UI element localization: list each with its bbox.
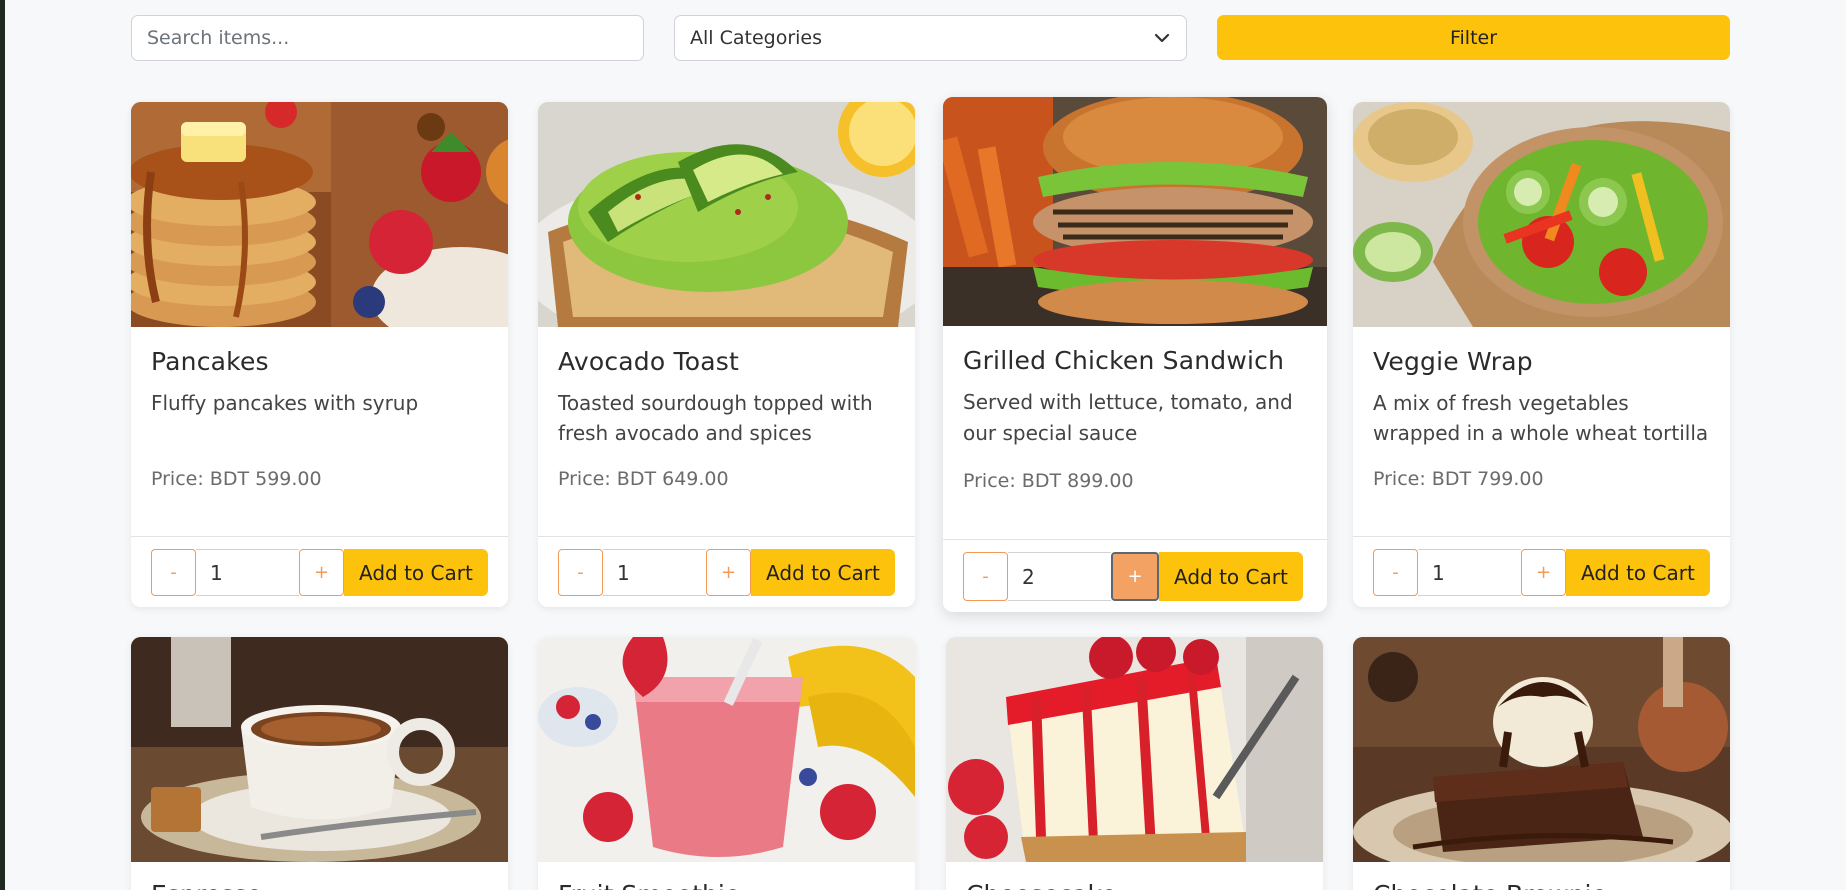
card-price: Price: BDT 899.00 (963, 470, 1134, 492)
card-price: Price: BDT 599.00 (151, 468, 322, 490)
decrement-button[interactable]: - (558, 549, 603, 596)
add-to-cart-button[interactable]: Add to Cart (751, 549, 895, 596)
decrement-button[interactable]: - (963, 552, 1008, 601)
card-body: Veggie Wrap A mix of fresh vegetables wr… (1353, 347, 1730, 490)
menu-page: All Categories Filter (0, 0, 1846, 890)
menu-card: Avocado Toast Toasted sourdough topped w… (538, 102, 915, 607)
quantity-stepper: - + Add to Cart (151, 549, 488, 596)
filter-button[interactable]: Filter (1217, 15, 1730, 60)
quantity-stepper: - + Add to Cart (963, 552, 1303, 601)
menu-card: Veggie Wrap A mix of fresh vegetables wr… (1353, 102, 1730, 607)
quantity-input[interactable] (1008, 552, 1111, 601)
card-title: Veggie Wrap (1373, 347, 1533, 376)
card-footer: - + Add to Cart (538, 536, 915, 607)
card-body: Pancakes Fluffy pancakes with syrup Pric… (131, 347, 508, 490)
grilled-chicken-sandwich-image (943, 97, 1327, 326)
card-price: Price: BDT 649.00 (558, 468, 729, 490)
card-title: Fruit Smoothie (558, 880, 740, 890)
chocolate-brownie-image (1353, 637, 1730, 862)
quantity-stepper: - + Add to Cart (1373, 549, 1710, 596)
category-select[interactable]: All Categories (674, 15, 1187, 61)
menu-card: Grilled Chicken Sandwich Served with let… (943, 97, 1327, 612)
card-description: Fluffy pancakes with syrup (151, 391, 419, 415)
menu-card: Cheesecake (946, 637, 1323, 890)
card-footer: - + Add to Cart (943, 539, 1327, 612)
quantity-input[interactable] (196, 549, 299, 596)
add-to-cart-button[interactable]: Add to Cart (344, 549, 488, 596)
cheesecake-image (946, 637, 1323, 862)
espresso-image (131, 637, 508, 862)
card-title: Chocolate Brownie (1373, 880, 1607, 890)
card-body: Grilled Chicken Sandwich Served with let… (943, 346, 1327, 492)
pancakes-image (131, 102, 508, 327)
decrement-button[interactable]: - (151, 549, 196, 596)
filter-bar: All Categories Filter (131, 15, 1730, 61)
category-select-value: All Categories (690, 27, 823, 49)
add-to-cart-button[interactable]: Add to Cart (1566, 549, 1710, 596)
increment-button[interactable]: + (299, 549, 344, 596)
decrement-button[interactable]: - (1373, 549, 1418, 596)
card-title: Pancakes (151, 347, 269, 376)
card-description: Toasted sourdough topped with fresh avoc… (558, 391, 873, 445)
menu-card: Fruit Smoothie (538, 637, 915, 890)
card-title: Avocado Toast (558, 347, 739, 376)
quantity-input[interactable] (1418, 549, 1521, 596)
menu-card: Espresso (131, 637, 508, 890)
increment-button[interactable]: + (1521, 549, 1566, 596)
chevron-down-icon (1153, 29, 1171, 47)
increment-button[interactable]: + (706, 549, 751, 596)
quantity-input[interactable] (603, 549, 706, 596)
card-title: Espresso (151, 880, 262, 890)
search-input[interactable] (131, 15, 644, 61)
menu-card: Chocolate Brownie (1353, 637, 1730, 890)
veggie-wrap-image (1353, 102, 1730, 327)
increment-button[interactable]: + (1111, 552, 1159, 601)
card-description: Served with lettuce, tomato, and our spe… (963, 390, 1293, 445)
avocado-toast-image (538, 102, 915, 327)
card-title: Cheesecake (966, 880, 1117, 890)
menu-card: Pancakes Fluffy pancakes with syrup Pric… (131, 102, 508, 607)
card-description: A mix of fresh vegetables wrapped in a w… (1373, 391, 1709, 445)
card-price: Price: BDT 799.00 (1373, 468, 1544, 490)
quantity-stepper: - + Add to Cart (558, 549, 895, 596)
card-footer: - + Add to Cart (1353, 536, 1730, 607)
add-to-cart-button[interactable]: Add to Cart (1159, 552, 1303, 601)
card-body: Avocado Toast Toasted sourdough topped w… (538, 347, 915, 490)
card-title: Grilled Chicken Sandwich (963, 346, 1285, 375)
card-footer: - + Add to Cart (131, 536, 508, 607)
fruit-smoothie-image (538, 637, 915, 862)
window-edge (0, 0, 5, 890)
